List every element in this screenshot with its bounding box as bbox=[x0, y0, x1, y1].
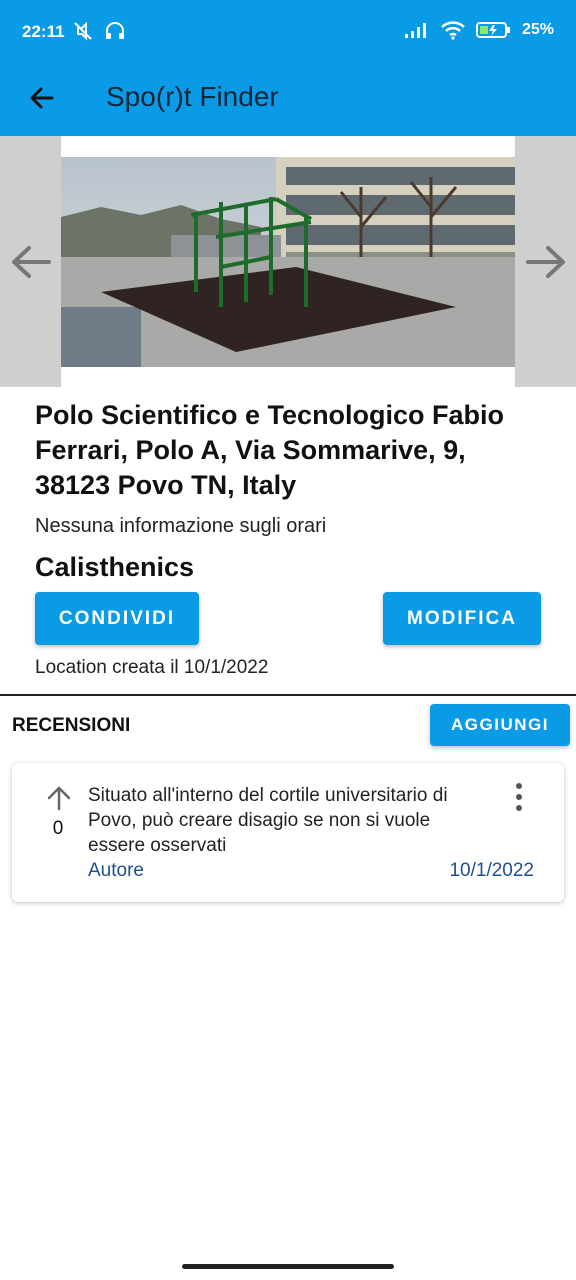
edit-button[interactable]: MODIFICA bbox=[383, 592, 541, 645]
created-date: Location creata il 10/1/2022 bbox=[35, 657, 269, 678]
sport-type: Calisthenics bbox=[35, 552, 195, 582]
more-dot bbox=[516, 805, 522, 811]
battery-icon bbox=[475, 22, 510, 38]
review-card: 0 Situato all'interno del cortile univer… bbox=[12, 763, 564, 902]
app-title: Spo(r)t Finder bbox=[106, 81, 279, 112]
status-bar: 22:11 25% bbox=[0, 0, 576, 62]
status-time: 22:11 bbox=[22, 22, 65, 41]
opening-hours: Nessuna informazione sugli orari bbox=[35, 515, 327, 537]
location-photo bbox=[61, 157, 516, 367]
arrow-left-icon bbox=[30, 87, 54, 109]
more-dot bbox=[516, 794, 522, 800]
add-review-button[interactable]: AGGIUNGI bbox=[430, 704, 570, 746]
more-vert-icon[interactable] bbox=[514, 783, 524, 811]
review-author[interactable]: Autore bbox=[88, 860, 144, 882]
divider bbox=[0, 694, 576, 696]
back-button[interactable] bbox=[22, 78, 62, 118]
signal-icon bbox=[404, 23, 426, 38]
reviews-title: RECENSIONI bbox=[12, 715, 131, 736]
arrow-right-icon bbox=[525, 245, 565, 278]
headphones-icon bbox=[106, 22, 124, 39]
upvote-icon[interactable] bbox=[46, 785, 72, 811]
photo-image bbox=[61, 157, 516, 367]
carousel-prev-button[interactable] bbox=[0, 136, 61, 387]
home-indicator[interactable] bbox=[182, 1264, 394, 1269]
wifi-icon bbox=[441, 21, 465, 40]
vote-control: 0 bbox=[46, 785, 72, 840]
arrow-left-icon bbox=[11, 245, 51, 278]
review-date: 10/1/2022 bbox=[449, 860, 534, 881]
mute-icon bbox=[74, 21, 92, 41]
more-dot bbox=[516, 783, 522, 789]
status-left-icons bbox=[72, 20, 126, 42]
vote-count: 0 bbox=[52, 818, 64, 839]
image-carousel bbox=[0, 136, 576, 387]
share-button[interactable]: CONDIVIDI bbox=[35, 592, 199, 645]
battery-percent: 25% bbox=[521, 21, 554, 38]
location-title: Polo Scientifico e Tecnologico Fabio Fer… bbox=[35, 400, 505, 500]
review-text: Situato all'interno del cortile universi… bbox=[88, 785, 448, 856]
location-info: Polo Scientifico e Tecnologico Fabio Fer… bbox=[35, 398, 545, 583]
carousel-next-button[interactable] bbox=[515, 136, 576, 387]
status-right: 25% bbox=[404, 20, 554, 40]
app-bar: Spo(r)t Finder bbox=[0, 62, 576, 136]
